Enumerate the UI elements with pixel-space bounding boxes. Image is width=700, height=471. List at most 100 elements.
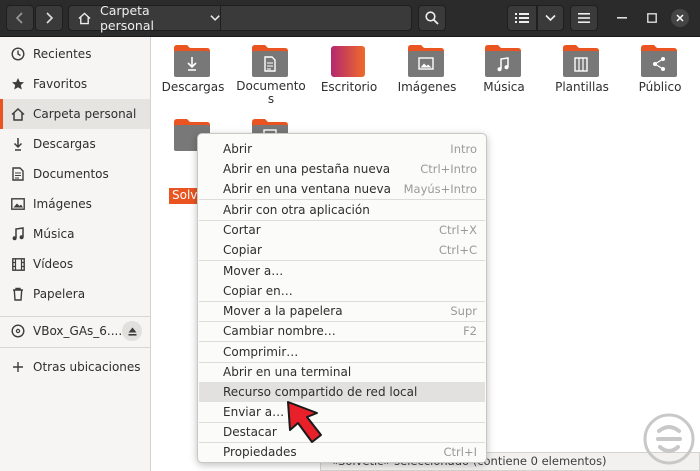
menu-item-destacar[interactable]: Destacar: [199, 422, 485, 442]
eject-button[interactable]: [122, 321, 142, 341]
sidebar-item-carpeta-personal[interactable]: Carpeta personal: [0, 99, 150, 129]
folder-label: Música: [483, 80, 525, 94]
video-icon: [11, 257, 25, 271]
sidebar-item-label: Favoritos: [33, 77, 88, 91]
menu-item-enviar-a[interactable]: Enviar a…: [199, 402, 485, 422]
folder-label: Escritorio: [320, 80, 378, 94]
menu-item-abrir-pestana[interactable]: Abrir en una pestaña nueva Ctrl+Intro: [199, 159, 485, 179]
sidebar-item-imagenes[interactable]: Imágenes: [0, 189, 150, 219]
template-icon: [563, 45, 599, 77]
menu-item-propiedades[interactable]: Propiedades Ctrl+I: [199, 442, 485, 462]
sidebar-item-label: Carpeta personal: [33, 107, 137, 121]
menu-item-mover-papelera[interactable]: Mover a la papelera Supr: [199, 301, 485, 321]
sidebar-item-label: Documentos: [33, 167, 109, 181]
trash-icon: [11, 287, 25, 301]
music-icon: [485, 45, 521, 77]
menu-item-mover-a[interactable]: Mover a…: [199, 261, 485, 281]
back-button[interactable]: [6, 5, 34, 31]
sidebar: Recientes Favoritos Carpeta personal Des…: [0, 37, 151, 471]
folder-documentos[interactable]: Documento s: [231, 37, 311, 107]
eject-icon: [128, 327, 136, 336]
plus-icon: [11, 360, 25, 374]
maximize-icon: [647, 13, 657, 23]
download-icon: [11, 137, 25, 151]
menu-icon: [578, 13, 590, 23]
sidebar-item-documentos[interactable]: Documentos: [0, 159, 150, 189]
search-button[interactable]: [418, 5, 446, 31]
sidebar-item-label: VBox_GAs_6....: [33, 324, 123, 338]
menu-item-abrir-ventana[interactable]: Abrir en una ventana nueva Mayús+Intro: [199, 179, 485, 199]
forward-icon: [46, 12, 54, 24]
menu-item-cortar[interactable]: Cortar Ctrl+X: [199, 220, 485, 240]
back-icon: [15, 12, 23, 24]
desktop-icon: [331, 46, 365, 77]
maximize-button[interactable]: [643, 9, 661, 27]
search-icon: [425, 11, 439, 25]
chevron-down-icon: [545, 14, 556, 22]
sidebar-item-musica[interactable]: Música: [0, 219, 150, 249]
sidebar-item-label: Descargas: [33, 137, 96, 151]
folder-musica[interactable]: Música: [464, 37, 544, 107]
disc-icon: [11, 324, 25, 338]
sidebar-separator: [0, 347, 150, 348]
sidebar-item-recientes[interactable]: Recientes: [0, 39, 150, 69]
logo-watermark-icon: [643, 413, 695, 465]
chevron-down-icon: [210, 15, 220, 21]
sidebar-item-label: Otras ubicaciones: [33, 360, 141, 374]
folder-label: Plantillas: [555, 80, 609, 94]
menu-item-abrir-terminal[interactable]: Abrir en una terminal: [199, 362, 485, 382]
sidebar-item-label: Recientes: [33, 47, 92, 61]
view-options-button[interactable]: [537, 5, 564, 31]
context-menu: Abrir Intro Abrir en una pestaña nueva Ctr…: [197, 133, 487, 463]
music-icon: [11, 227, 25, 241]
view-list-button[interactable]: [507, 5, 537, 31]
star-icon: [11, 77, 25, 91]
menu-item-copiar-en[interactable]: Copiar en…: [199, 281, 485, 301]
main-menu-button[interactable]: [570, 5, 598, 31]
download-icon: [174, 45, 210, 77]
folder-imagenes[interactable]: Imágenes: [387, 37, 467, 107]
sidebar-item-label: Música: [33, 227, 75, 241]
menu-item-cambiar-nombre[interactable]: Cambiar nombre… F2: [199, 321, 485, 341]
sidebar-item-otras-ubicaciones[interactable]: Otras ubicaciones: [0, 352, 150, 382]
folder-label: Imágenes: [397, 80, 457, 94]
folder-label: Descargas: [161, 80, 225, 94]
pointer-arrow-icon: [287, 401, 322, 443]
menu-item-abrir-con[interactable]: Abrir con otra aplicación: [199, 200, 485, 220]
sidebar-item-label: Imágenes: [33, 197, 92, 211]
folder-plantillas[interactable]: Plantillas: [542, 37, 622, 107]
close-icon: [676, 14, 684, 22]
folder-label: Documento s: [236, 79, 306, 106]
sidebar-item-label: Papelera: [33, 287, 86, 301]
path-bar: Carpeta personal: [68, 3, 412, 33]
folder-publico[interactable]: Público: [620, 37, 700, 107]
minimize-icon: [617, 17, 627, 19]
folder-descargas[interactable]: Descargas: [153, 37, 233, 107]
minimize-button[interactable]: [613, 9, 631, 27]
image-icon: [408, 45, 444, 77]
header-bar: Carpeta personal: [0, 0, 700, 37]
home-icon: [78, 11, 91, 24]
sidebar-item-favoritos[interactable]: Favoritos: [0, 69, 150, 99]
list-view-icon: [515, 13, 529, 23]
folder-label: Público: [638, 80, 682, 94]
share-icon: [641, 45, 677, 77]
sidebar-item-label: Vídeos: [33, 257, 74, 271]
clock-icon: [11, 47, 25, 61]
sidebar-item-videos[interactable]: Vídeos: [0, 249, 150, 279]
sidebar-item-device[interactable]: VBox_GAs_6....: [0, 316, 150, 346]
close-button[interactable]: [671, 9, 689, 27]
image-icon: [11, 197, 25, 211]
path-home-button[interactable]: Carpeta personal: [69, 3, 221, 33]
sidebar-item-papelera[interactable]: Papelera: [0, 279, 150, 309]
menu-item-copiar[interactable]: Copiar Ctrl+C: [199, 240, 485, 260]
document-icon: [11, 167, 25, 181]
menu-item-comprimir[interactable]: Comprimir…: [199, 342, 485, 362]
forward-button[interactable]: [35, 5, 63, 31]
menu-item-recurso-compartido[interactable]: Recurso compartido de red local: [199, 382, 485, 402]
menu-item-abrir[interactable]: Abrir Intro: [199, 139, 485, 159]
folder-escritorio[interactable]: Escritorio: [309, 37, 389, 107]
home-icon: [11, 107, 25, 121]
path-label: Carpeta personal: [99, 3, 154, 33]
sidebar-item-descargas[interactable]: Descargas: [0, 129, 150, 159]
